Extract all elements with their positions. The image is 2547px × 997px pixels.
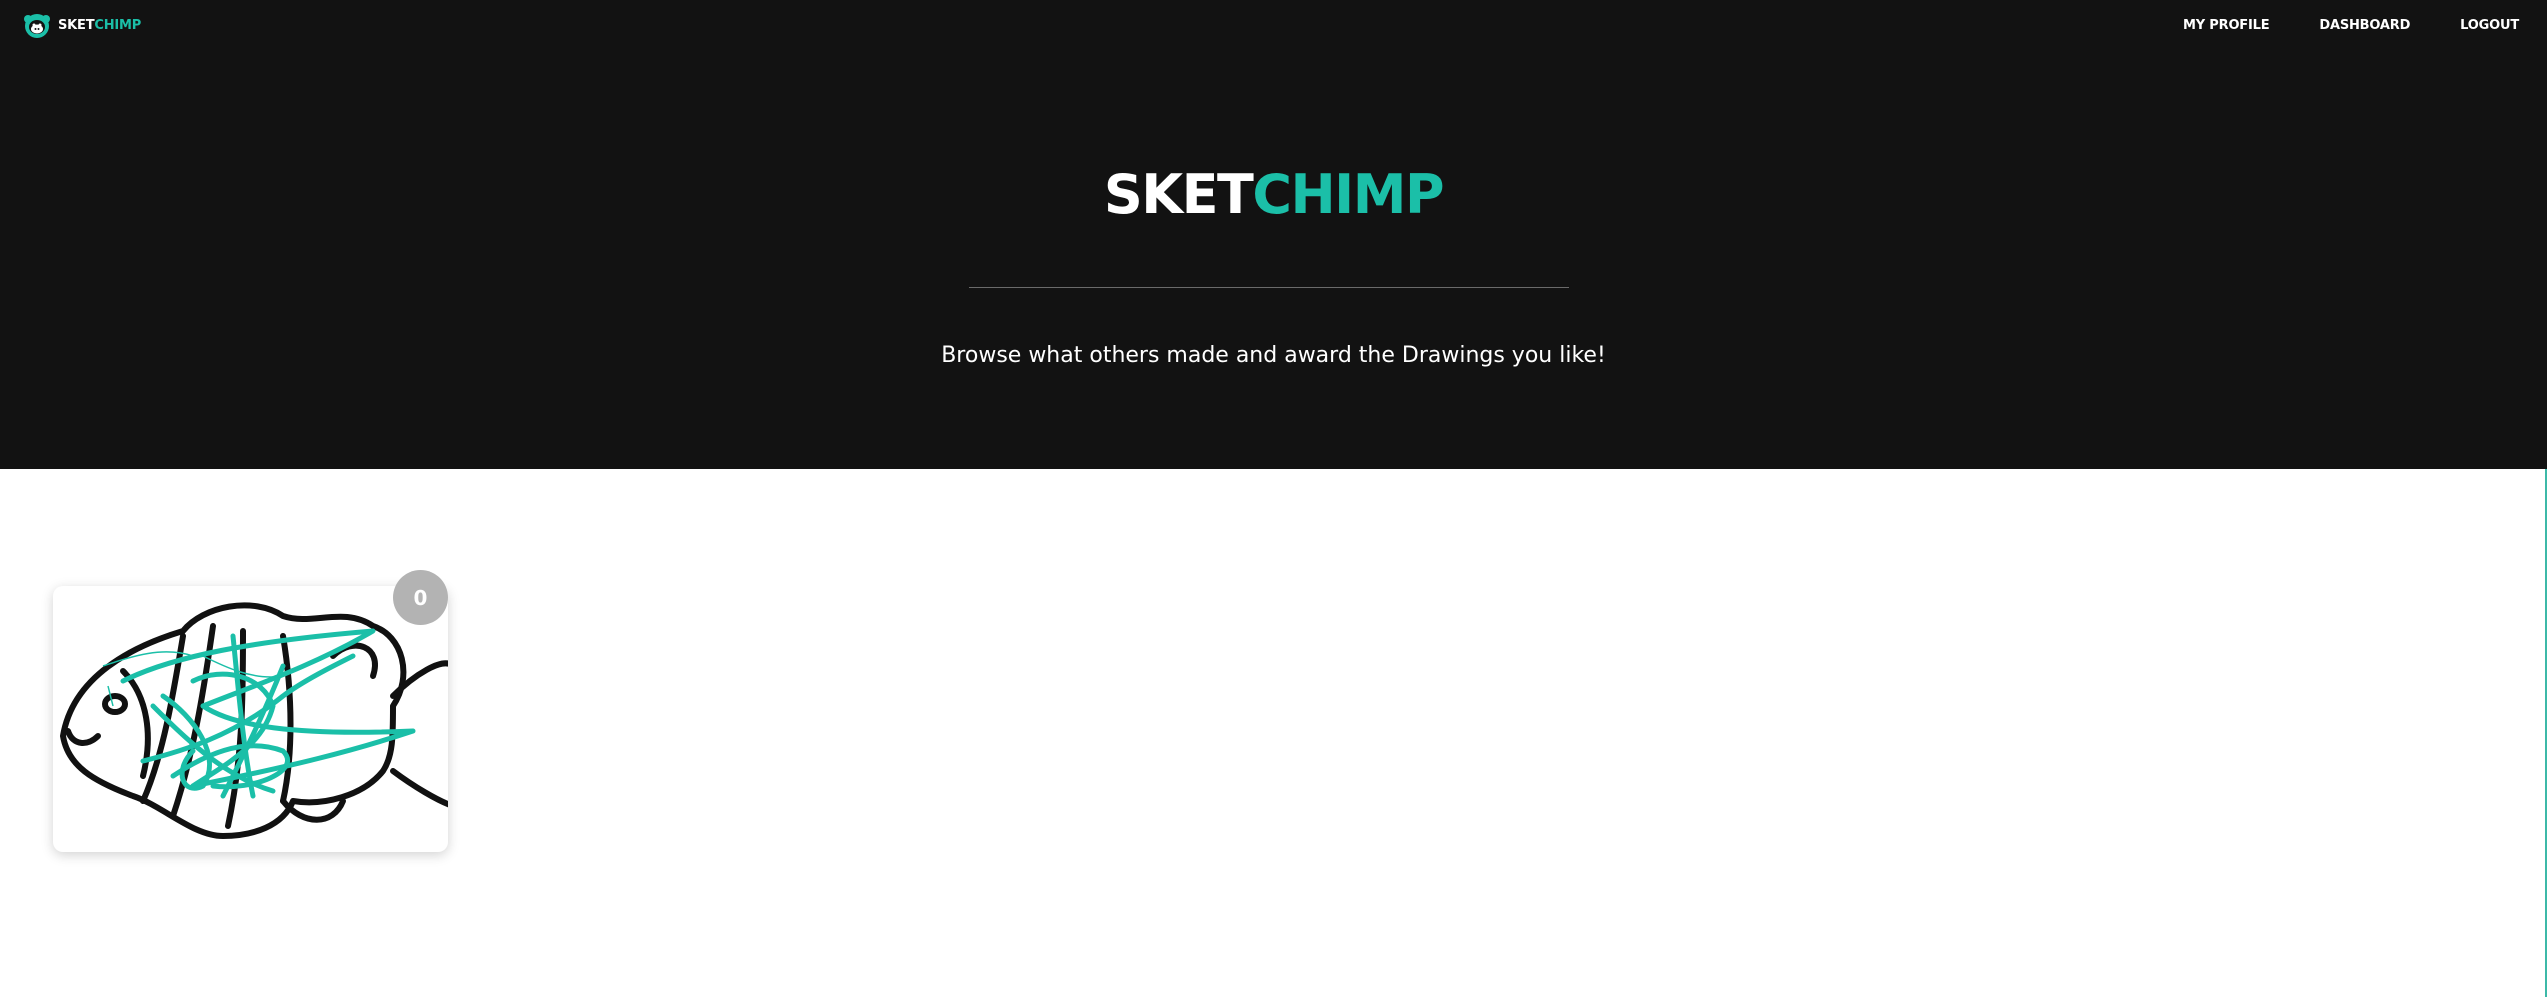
hero-section: SKETCHIMP Browse what others made and aw… [0, 50, 2547, 469]
nav-my-profile[interactable]: MY PROFILE [2183, 18, 2270, 33]
hero-divider [969, 287, 1569, 288]
brand-name: SKETCHIMP [58, 18, 141, 33]
top-navbar: SKETCHIMP MY PROFILE DASHBOARD LOGOUT [0, 0, 2547, 50]
drawing-card[interactable] [53, 586, 448, 852]
hero-title-part1: SKET [1103, 163, 1254, 226]
hero-title: SKETCHIMP [0, 163, 2547, 227]
brand-name-part2: CHIMP [94, 17, 142, 33]
hero-subtitle: Browse what others made and award the Dr… [941, 343, 1606, 368]
vote-count-badge[interactable]: 0 [393, 570, 448, 625]
chimp-logo-icon [24, 14, 50, 38]
nav-dashboard[interactable]: DASHBOARD [2319, 18, 2410, 33]
brand-name-part1: SKET [58, 17, 95, 33]
brand-home-link[interactable]: SKETCHIMP [22, 10, 141, 40]
nav-links: MY PROFILE DASHBOARD LOGOUT [2183, 0, 2519, 50]
nav-logout[interactable]: LOGOUT [2460, 18, 2519, 33]
drawing-image [60, 602, 448, 839]
hero-title-part2: CHIMP [1252, 163, 1444, 226]
